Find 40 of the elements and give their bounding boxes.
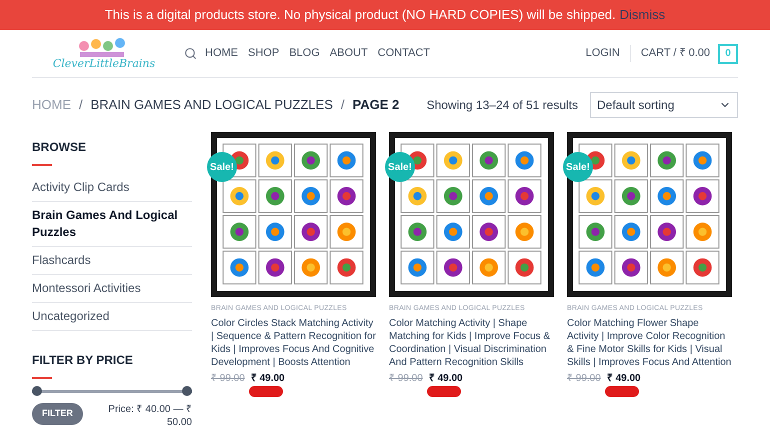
nav-link[interactable]: ABOUT (330, 45, 368, 62)
breadcrumb-separator: / (340, 96, 344, 114)
slider-handle[interactable] (32, 386, 42, 396)
product-title[interactable]: Color Circles Stack Matching Activity | Sequence & Pattern Recognition for Kids | Improves Focus And Cognitive Development | Boosts Attention (211, 316, 376, 368)
breadcrumb-link[interactable]: BRAIN GAMES AND LOGICAL PUZZLES (90, 95, 333, 115)
nav-link[interactable]: SHOP (248, 45, 280, 62)
filter-button[interactable]: FILTER (32, 403, 83, 424)
product-title[interactable]: Color Matching Flower Shape Activity | Improve Color Recognition & Fine Motor Skills for Kids | Visual Skills | Improves Focus And Attention (567, 316, 732, 368)
breadcrumb-current: PAGE 2 (352, 96, 400, 114)
category-link[interactable]: Activity Clip Cards (32, 174, 192, 202)
nav-link[interactable]: HOME (205, 45, 238, 62)
category-link[interactable]: Brain Games And Logical Puzzles (32, 202, 192, 247)
old-price: ₹ 99.00 (389, 372, 423, 386)
redaction-mark (427, 386, 461, 396)
filter-title: FILTER BY PRICE (32, 352, 134, 369)
product-title[interactable]: Color Matching Activity | Shape Matching for Kids | Improve Focus & Coordination | Visual Discrimination And Pattern Recognition Skills (389, 316, 554, 368)
category-link[interactable]: Montessori Activities (32, 275, 192, 303)
sorting-select[interactable]: Default sorting (590, 92, 738, 118)
browse-title: BROWSE (32, 139, 87, 156)
sale-price: ₹ 49.00 (250, 372, 285, 386)
price-slider[interactable] (32, 385, 192, 397)
category-link[interactable]: Flashcards (32, 247, 192, 275)
result-count: Showing 13–24 of 51 results (426, 97, 578, 114)
nav-link[interactable]: CONTACT (378, 45, 430, 62)
sale-price: ₹ 49.00 (606, 372, 641, 386)
cart-link[interactable]: CART / ₹ 0.00 (630, 45, 710, 62)
redaction-mark (249, 386, 283, 396)
breadcrumb-separator: / (79, 96, 83, 114)
price-range: Price: ₹ 40.00 — ₹ 50.00 (107, 403, 192, 428)
search-icon[interactable] (184, 47, 197, 60)
notice-text: This is a digital products store. No physical product (NO HARD COPIES) will be shipped. (104, 6, 616, 24)
category-link[interactable]: Uncategorized (32, 303, 192, 331)
sale-price: ₹ 49.00 (428, 372, 463, 386)
old-price: ₹ 99.00 (211, 372, 245, 386)
old-price: ₹ 99.00 (567, 372, 601, 386)
slider-handle[interactable] (182, 386, 192, 396)
redaction-mark (605, 386, 639, 396)
nav-link[interactable]: BLOG (289, 45, 320, 62)
logo-text: CleverLittleBrains (52, 58, 156, 69)
login-link[interactable]: LOGIN (586, 45, 631, 62)
